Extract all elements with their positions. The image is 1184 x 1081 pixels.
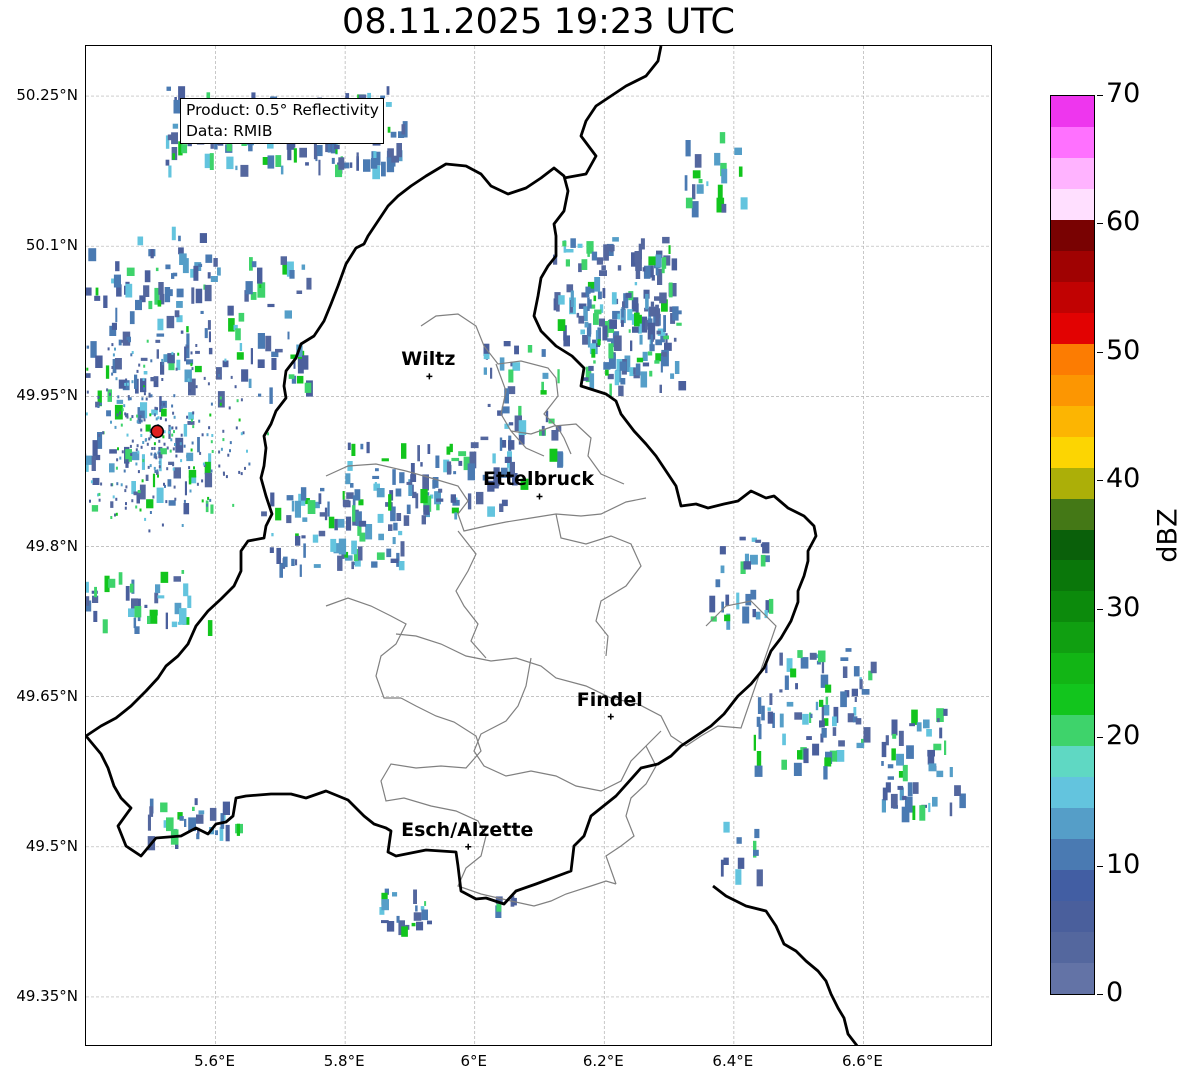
city-marker <box>465 843 472 850</box>
city-markers <box>426 373 614 850</box>
colorbar-band <box>1051 312 1094 344</box>
lat-tick-label: 49.8°N <box>25 536 78 555</box>
colorbar-band <box>1051 962 1094 994</box>
border-france-east <box>712 884 859 1045</box>
lat-tick-label: 50.25°N <box>16 86 78 105</box>
lon-tick-label: 5.8°E <box>323 1052 365 1070</box>
colorbar-band <box>1051 374 1094 406</box>
colorbar-tick-label: 30 <box>1106 591 1141 623</box>
colorbar-band <box>1051 714 1094 747</box>
colorbar-tick-mark <box>1097 480 1103 482</box>
city-marker <box>607 713 614 720</box>
colorbar-tick-label: 20 <box>1106 720 1141 752</box>
colorbar-tick-label: 0 <box>1106 977 1124 1008</box>
canton-border-south <box>380 697 617 907</box>
city-marker <box>426 373 433 380</box>
colorbar-tick-mark <box>1097 95 1103 96</box>
country-borders <box>86 46 859 1045</box>
lat-tick-label: 49.95°N <box>16 386 78 405</box>
data-source-label: Data: RMIB <box>186 122 273 140</box>
city-label: Ettelbruck <box>483 468 594 491</box>
colorbar-band <box>1051 343 1094 375</box>
canton-border-east <box>555 513 642 657</box>
canton-borders <box>325 313 777 907</box>
radar-map[interactable]: Product: 0.5° Reflectivity Data: RMIB <box>85 45 992 1046</box>
city-marker <box>536 493 543 500</box>
colorbar-band <box>1051 590 1094 623</box>
colorbar-band <box>1051 250 1094 282</box>
colorbar-band <box>1051 745 1094 778</box>
colorbar-band <box>1051 807 1094 840</box>
city-label: Findel <box>576 688 643 711</box>
colorbar-band <box>1051 188 1094 220</box>
colorbar-band <box>1051 498 1094 530</box>
colorbar-tick-label: 10 <box>1106 848 1141 880</box>
colorbar-band <box>1051 157 1094 189</box>
lat-tick-label: 49.65°N <box>16 686 78 705</box>
colorbar-tick-mark <box>1097 865 1103 867</box>
colorbar-tick-label: 70 <box>1106 78 1141 109</box>
colorbar-band <box>1051 900 1094 933</box>
colorbar-band <box>1051 405 1094 437</box>
colorbar-band <box>1051 652 1094 685</box>
colorbar-band <box>1051 838 1094 871</box>
city-label: Wiltz <box>401 348 456 371</box>
colorbar-tick-mark <box>1097 351 1103 353</box>
colorbar-tick-mark <box>1097 994 1103 995</box>
lon-tick-label: 6.4°E <box>712 1052 754 1070</box>
radar-site-marker <box>150 424 165 439</box>
radar-map-canvas <box>86 46 991 1045</box>
colorbar-band <box>1051 281 1094 313</box>
colorbar-tick-label: 40 <box>1106 463 1141 495</box>
colorbar-band <box>1051 126 1094 158</box>
colorbar-tick-mark <box>1097 608 1103 610</box>
lon-tick-label: 6.6°E <box>842 1052 883 1070</box>
city-label: Esch/Alzette <box>401 818 534 841</box>
map-title: 08.11.2025 19:23 UTC <box>342 2 735 42</box>
colorbar-tick-mark <box>1097 737 1103 739</box>
canton-border-west-south <box>325 597 407 699</box>
colorbar-band <box>1051 529 1094 561</box>
colorbar-band <box>1051 621 1094 654</box>
colorbar-band <box>1051 931 1094 964</box>
product-label: Product: 0.5° Reflectivity <box>186 101 379 119</box>
colorbar-band <box>1051 436 1094 468</box>
lon-tick-label: 6.2°E <box>582 1052 624 1070</box>
colorbar-label: dBZ <box>1152 508 1184 563</box>
canton-border-mid <box>455 530 487 659</box>
lat-tick-label: 49.5°N <box>25 836 78 855</box>
colorbar-tick-label: 60 <box>1106 206 1141 238</box>
colorbar-tick-label: 50 <box>1106 334 1141 366</box>
product-info-box: Product: 0.5° Reflectivity Data: RMIB <box>180 98 384 144</box>
border-germany-east <box>563 46 663 180</box>
lat-tick-label: 49.35°N <box>16 986 78 1005</box>
colorbar-band <box>1051 869 1094 902</box>
canton-border-north <box>420 313 572 455</box>
colorbar-tick-mark <box>1097 223 1103 225</box>
lat-tick-label: 50.1°N <box>25 236 78 255</box>
lon-tick-label: 6°E <box>460 1052 487 1070</box>
colorbar-band <box>1051 467 1094 499</box>
colorbar-band <box>1051 683 1094 716</box>
colorbar-band <box>1051 560 1094 592</box>
colorbar-band <box>1051 95 1094 127</box>
dbz-colorbar <box>1050 95 1095 995</box>
canton-border-south-centre <box>395 600 777 747</box>
canton-border-capital <box>473 657 662 792</box>
reflectivity-echoes <box>86 86 966 937</box>
colorbar-band <box>1051 219 1094 251</box>
lon-tick-label: 5.6°E <box>194 1052 235 1070</box>
graticule <box>86 46 991 1045</box>
colorbar-band <box>1051 776 1094 809</box>
